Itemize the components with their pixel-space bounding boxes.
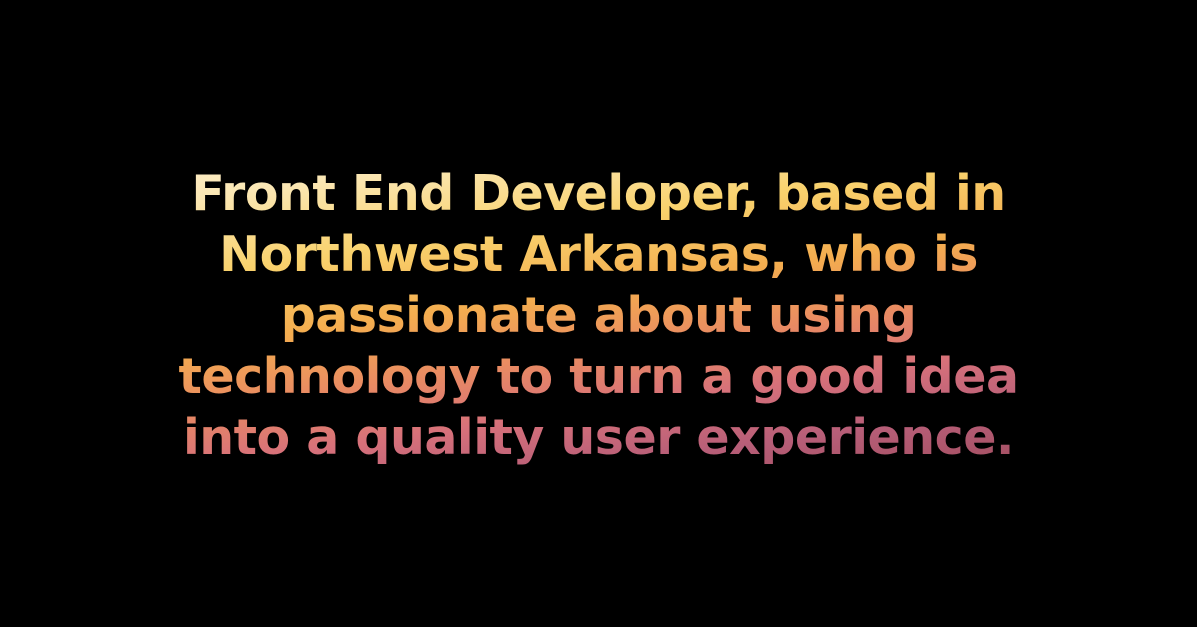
hero-canvas: Front End Developer, based in Northwest … <box>0 0 1197 627</box>
tagline-line: technology to turn a good idea <box>178 348 1019 405</box>
tagline-line: Northwest Arkansas, who is <box>219 226 978 283</box>
tagline-line: Front End Developer, based in <box>191 165 1006 222</box>
tagline-line: into a quality user experience. <box>182 409 1015 466</box>
tagline: Front End Developer, based in Northwest … <box>0 159 1197 468</box>
tagline-line: passionate about using <box>280 287 917 344</box>
